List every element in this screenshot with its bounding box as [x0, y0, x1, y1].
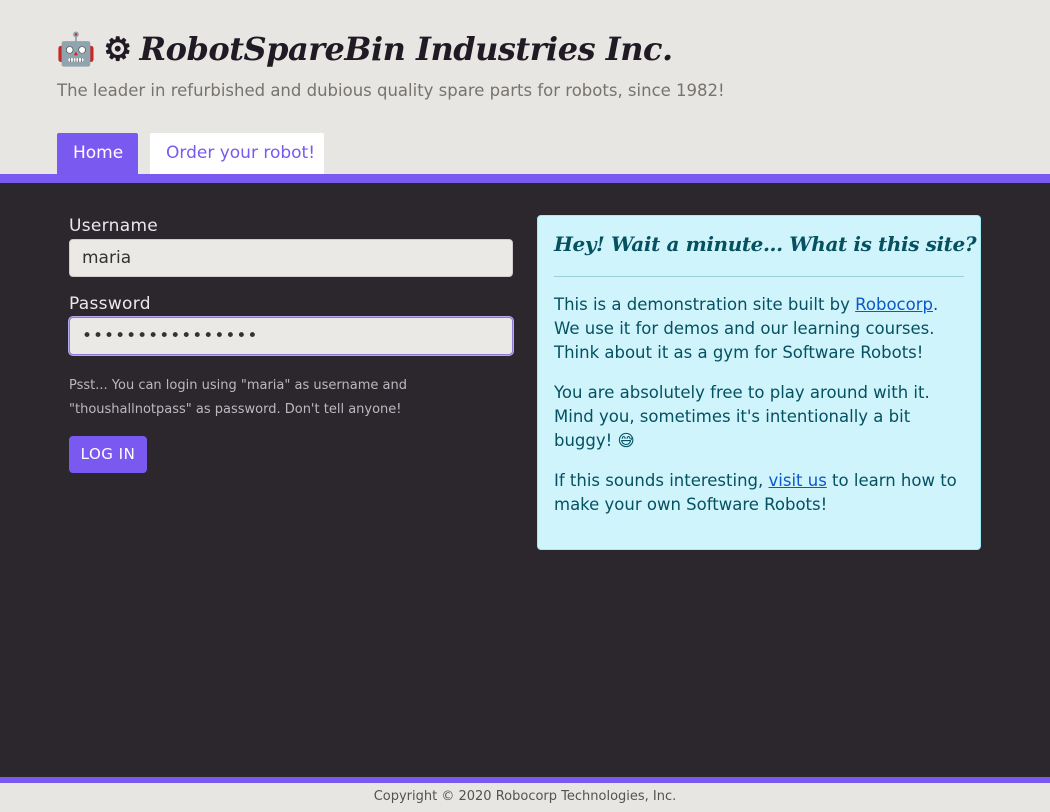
- copyright-text: Copyright © 2020 Robocorp Technologies, …: [373, 789, 677, 804]
- info-paragraph-1: This is a demonstration site built by Ro…: [554, 293, 968, 365]
- tab-home[interactable]: Home: [57, 133, 138, 174]
- site-footer: Copyright © 2020 Robocorp Technologies, …: [0, 783, 1050, 812]
- site-title-text: RobotSpareBin Industries Inc.: [139, 30, 674, 68]
- info-paragraph-2: You are absolutely free to play around w…: [554, 383, 930, 450]
- site-title: 🤖 ⚙ RobotSpareBin Industries Inc.: [56, 30, 673, 68]
- username-input[interactable]: maria: [69, 239, 513, 277]
- visit-us-link[interactable]: visit us: [769, 471, 827, 490]
- password-input[interactable]: ••••••••••••••••: [69, 317, 513, 355]
- site-header: 🤖 ⚙ RobotSpareBin Industries Inc. The lead…: [0, 0, 1050, 175]
- info-divider: [554, 276, 964, 277]
- robocorp-link[interactable]: Robocorp: [855, 295, 933, 314]
- robot-icon: 🤖: [56, 30, 96, 68]
- info-paragraph-3: If this sounds interesting, visit us to …: [554, 469, 968, 517]
- info-p1-text: This is a demonstration site built by: [554, 295, 856, 314]
- login-hint: Psst... You can login using "maria" as u…: [69, 378, 407, 417]
- info-title: Hey! Wait a minute... What is this site?: [554, 232, 977, 256]
- info-alert-box: Hey! Wait a minute... What is this site?…: [537, 215, 981, 550]
- nav-accent-bar: [0, 174, 1050, 183]
- username-label: Username: [69, 216, 159, 236]
- tab-order-your-robot[interactable]: Order your robot!: [150, 133, 324, 174]
- info-p3-text: If this sounds interesting,: [554, 471, 769, 490]
- login-button[interactable]: LOG IN: [69, 436, 147, 473]
- gear-icon: ⚙: [103, 30, 132, 68]
- site-tagline: The leader in refurbished and dubious qu…: [57, 81, 725, 100]
- password-label: Password: [69, 294, 151, 314]
